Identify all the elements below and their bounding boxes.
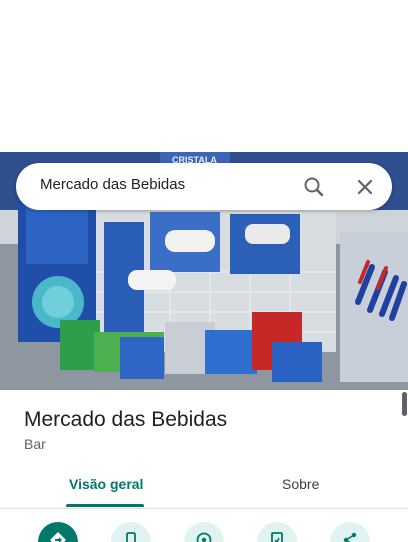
- search-bar[interactable]: Mercado das Bebidas: [16, 163, 392, 210]
- share-button[interactable]: [330, 522, 370, 542]
- directions-icon: [50, 532, 66, 542]
- action-bar: [0, 520, 408, 542]
- search-icon[interactable]: [301, 174, 327, 200]
- close-icon[interactable]: [352, 174, 378, 200]
- save-icon: [271, 532, 283, 542]
- call-button[interactable]: [111, 522, 151, 542]
- search-input[interactable]: Mercado das Bebidas: [40, 176, 185, 193]
- save-button[interactable]: [257, 522, 297, 542]
- map-blank-area[interactable]: [0, 0, 408, 152]
- start-navigation-button[interactable]: [184, 522, 224, 542]
- tab-overview[interactable]: Visão geral: [69, 476, 143, 492]
- tab-about[interactable]: Sobre: [282, 476, 319, 492]
- place-category: Bar: [24, 436, 46, 452]
- place-tabs: Visão geral Sobre: [0, 466, 408, 509]
- phone-icon: [126, 532, 136, 542]
- maps-place-screen: CRISTALA Mercado das Bebidas Mercado das…: [0, 0, 408, 542]
- active-tab-indicator: [66, 504, 144, 507]
- place-title: Mercado das Bebidas: [24, 408, 228, 431]
- share-icon: [343, 532, 357, 542]
- navigate-icon: [196, 532, 212, 542]
- panel-scrollbar[interactable]: [402, 392, 407, 416]
- directions-button[interactable]: [38, 522, 78, 542]
